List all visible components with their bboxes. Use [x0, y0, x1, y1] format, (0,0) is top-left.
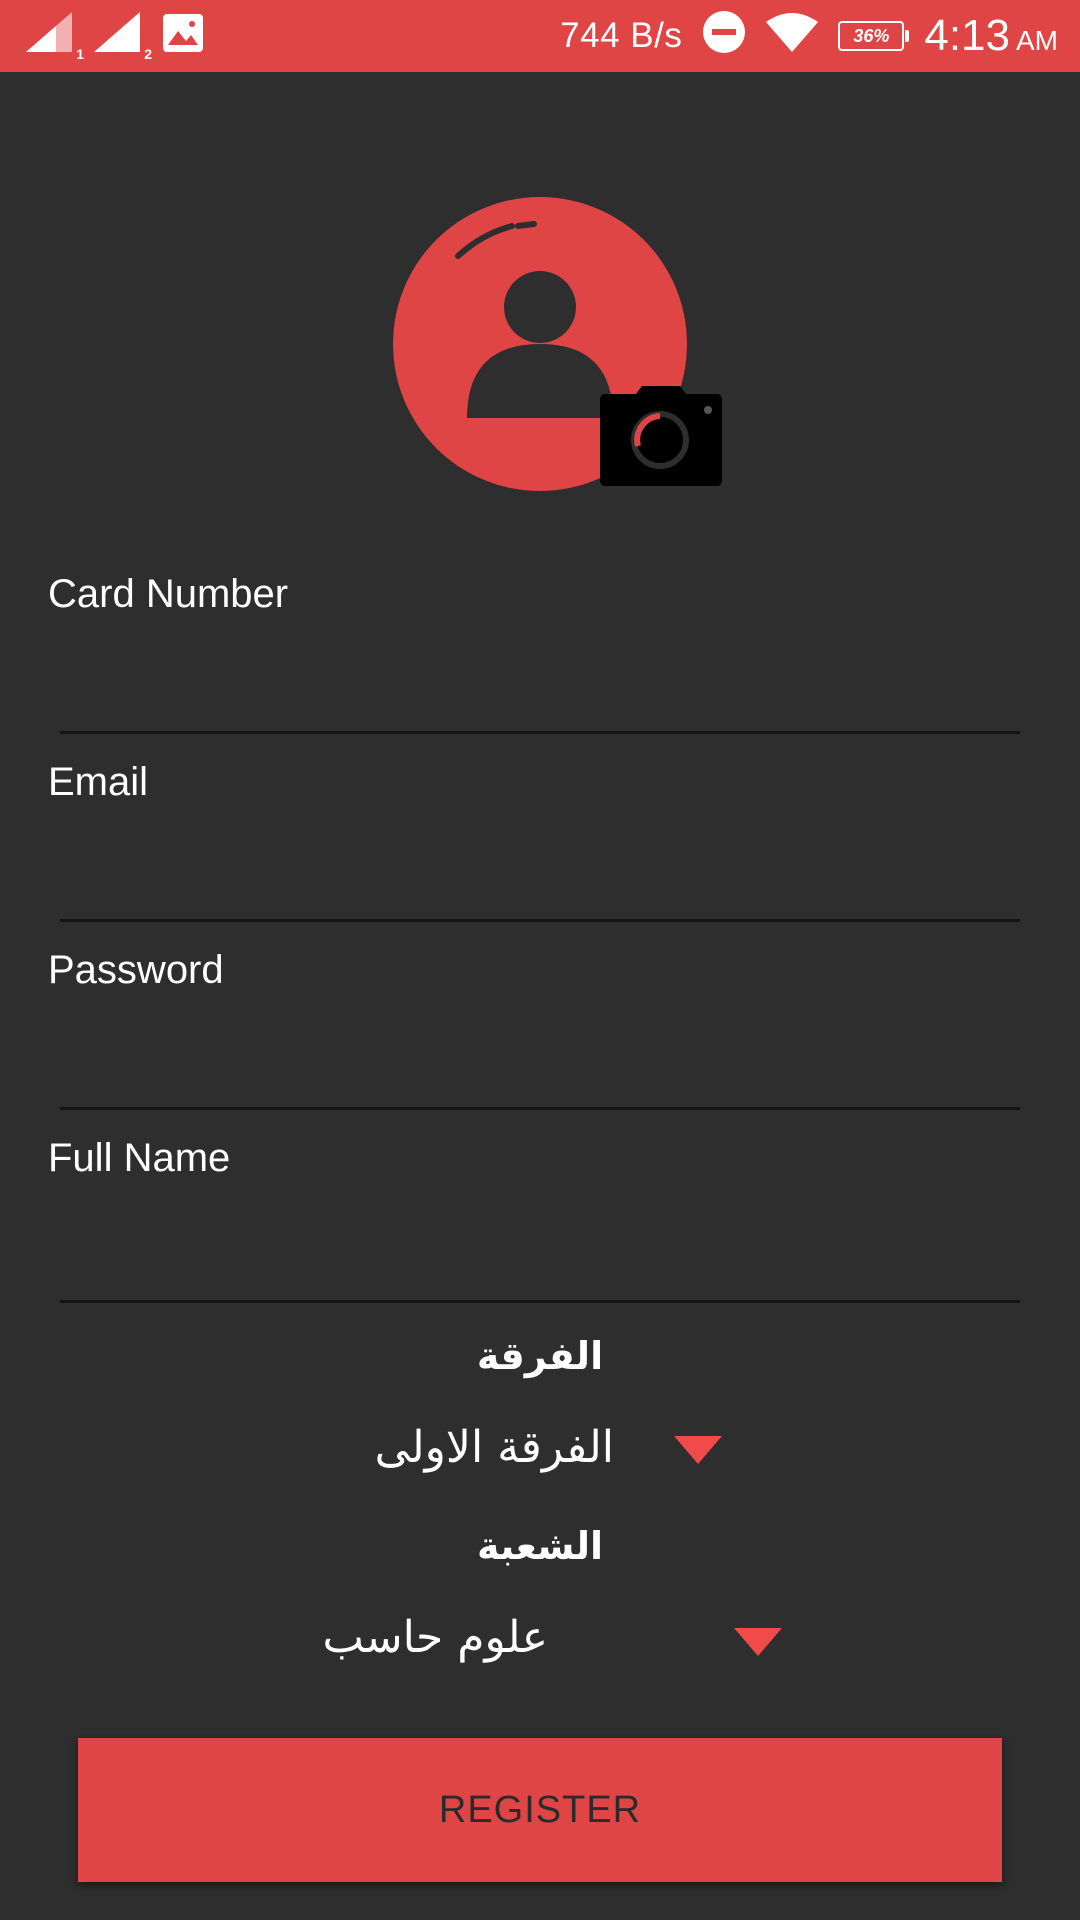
sim2-label: 2 — [144, 46, 152, 62]
signal-sim2-icon: 2 — [94, 12, 152, 62]
dropdown-arrow-icon[interactable] — [674, 1436, 722, 1464]
register-button[interactable]: REGISTER — [78, 1738, 1002, 1882]
level-selected-value: الفرقة الاولى — [374, 1421, 614, 1473]
email-underline — [60, 919, 1020, 922]
department-selected-value: علوم حاسب — [322, 1611, 548, 1663]
full-name-underline — [60, 1300, 1020, 1303]
profile-photo-picker[interactable] — [392, 196, 722, 496]
level-title: الفرقة — [476, 1334, 604, 1378]
card-number-label: Card Number — [48, 572, 289, 616]
card-number-input[interactable] — [60, 642, 1024, 700]
do-not-disturb-icon — [702, 10, 746, 63]
signal-sim1-icon: 1 — [26, 12, 84, 62]
department-spinner[interactable]: علوم حاسب — [300, 1602, 800, 1672]
status-bar: 1 2 744 B/s 36% 4:13 AM — [0, 0, 1080, 72]
battery-percent: 36% — [853, 25, 890, 46]
gallery-icon — [162, 13, 204, 58]
department-title: الشعبة — [477, 1524, 603, 1568]
email-input[interactable] — [60, 830, 1024, 888]
camera-icon[interactable] — [598, 386, 724, 486]
clock-ampm: AM — [1016, 25, 1058, 56]
clock-time: 4:13 — [924, 11, 1010, 60]
password-input[interactable] — [60, 1018, 1024, 1076]
email-label: Email — [48, 760, 149, 804]
level-spinner[interactable]: الفرقة الاولى — [370, 1412, 730, 1482]
password-underline — [60, 1107, 1020, 1110]
battery-icon: 36% — [838, 21, 910, 51]
card-number-underline — [60, 731, 1020, 734]
password-label: Password — [48, 948, 224, 992]
wifi-icon — [766, 12, 819, 61]
dropdown-arrow-icon[interactable] — [734, 1628, 782, 1656]
clock: 4:13 AM — [924, 11, 1058, 61]
network-speed: 744 B/s — [560, 16, 683, 55]
full-name-input[interactable] — [60, 1210, 1024, 1268]
full-name-label: Full Name — [48, 1136, 231, 1180]
sim1-label: 1 — [76, 46, 84, 62]
